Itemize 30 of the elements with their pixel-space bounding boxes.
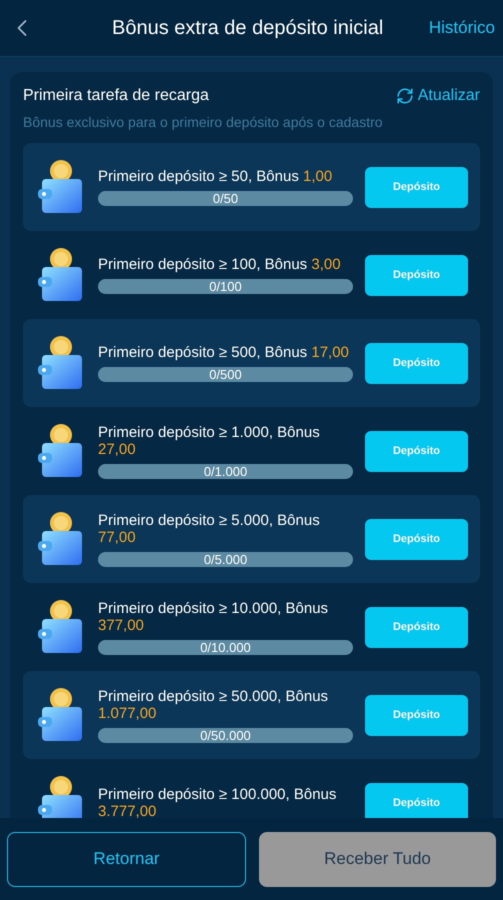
refresh-button[interactable]: Atualizar bbox=[396, 84, 480, 108]
progress-text: 0/1.000 bbox=[202, 464, 248, 478]
section-subtitle: Bônus exclusivo para o primeiro depósito após o cadastro bbox=[23, 113, 384, 132]
deposit-button[interactable]: Depósito bbox=[365, 518, 468, 560]
deposit-button[interactable]: Depósito bbox=[365, 606, 468, 648]
task-description: Primeiro depósito ≥ 50.000, Bônus 1.077,00 bbox=[98, 688, 330, 722]
deposit-button[interactable]: Depósito bbox=[365, 430, 468, 472]
task-description: Primeiro depósito ≥ 100.000, Bônus 3.777,00 bbox=[98, 786, 338, 818]
return-button[interactable]: Retornar bbox=[7, 832, 246, 886]
progress-text: 0/50.000 bbox=[199, 728, 252, 742]
deposit-button[interactable]: Depósito bbox=[365, 694, 468, 736]
task-description: Primeiro depósito ≥ 5.000, Bônus 77,00 bbox=[98, 512, 321, 546]
progress-text: 0/10.000 bbox=[199, 640, 252, 654]
deposit-button[interactable]: Depósito bbox=[365, 782, 468, 818]
task-description: Primeiro depósito ≥ 1.000, Bônus 27,00 bbox=[98, 424, 321, 458]
refresh-icon bbox=[396, 87, 414, 105]
task-description: Primeiro depósito ≥ 100, Bônus 3,00 bbox=[98, 256, 342, 273]
task-description: Primeiro depósito ≥ 10.000, Bônus 377,00 bbox=[98, 600, 330, 634]
task-description: Primeiro depósito ≥ 500, Bônus 17,00 bbox=[98, 344, 350, 361]
deposit-button[interactable]: Depósito bbox=[365, 166, 468, 208]
deposit-button[interactable]: Depósito bbox=[365, 254, 468, 296]
page-title: Bônus extra de depósito inicial bbox=[112, 16, 384, 41]
progress-text: 0/100 bbox=[208, 279, 243, 294]
task-description: Primeiro depósito ≥ 50, Bônus 1,00 bbox=[98, 168, 334, 185]
history-link[interactable]: Histórico bbox=[428, 15, 495, 41]
progress-text: 0/500 bbox=[208, 367, 243, 382]
progress-text: 0/50 bbox=[212, 191, 240, 206]
section-title: Primeira tarefa de recarga bbox=[23, 86, 209, 106]
progress-text: 0/5.000 bbox=[202, 552, 248, 566]
deposit-button[interactable]: Depósito bbox=[365, 342, 468, 384]
